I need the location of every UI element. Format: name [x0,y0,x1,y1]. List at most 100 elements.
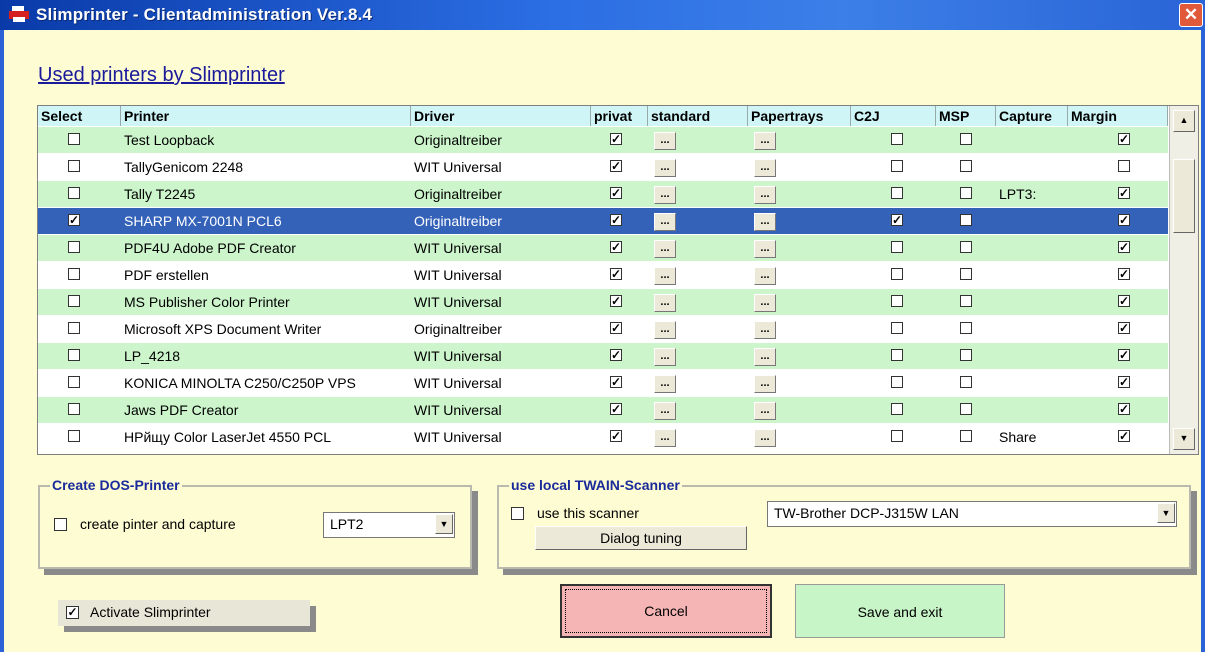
save-and-exit-button[interactable]: Save and exit [795,584,1005,638]
select-checkbox[interactable] [68,187,80,199]
column-header-select[interactable]: Select [38,106,121,126]
table-row[interactable]: Test Loopback Originaltreiber ✓...... ✓ [38,127,1168,153]
privat-checkbox[interactable]: ✓ [610,295,622,307]
msp-checkbox[interactable] [960,295,972,307]
margin-checkbox[interactable]: ✓ [1118,295,1130,307]
papertrays-button[interactable]: ... [754,402,776,420]
margin-checkbox[interactable]: ✓ [1118,430,1130,442]
msp-checkbox[interactable] [960,376,972,388]
select-checkbox[interactable] [68,160,80,172]
privat-checkbox[interactable]: ✓ [610,268,622,280]
standard-button[interactable]: ... [654,321,676,339]
select-checkbox[interactable] [68,241,80,253]
chevron-down-icon[interactable]: ▼ [435,514,453,534]
select-checkbox[interactable] [68,322,80,334]
msp-checkbox[interactable] [960,268,972,280]
papertrays-button[interactable]: ... [754,159,776,177]
msp-checkbox[interactable] [960,187,972,199]
select-checkbox[interactable] [68,133,80,145]
select-checkbox[interactable] [68,268,80,280]
scroll-up-icon[interactable]: ▲ [1173,110,1195,132]
c2j-checkbox[interactable] [891,403,903,415]
privat-checkbox[interactable]: ✓ [610,160,622,172]
c2j-checkbox[interactable] [891,322,903,334]
privat-checkbox[interactable]: ✓ [610,241,622,253]
chevron-down-icon[interactable]: ▼ [1157,503,1175,523]
papertrays-button[interactable]: ... [754,267,776,285]
margin-checkbox[interactable]: ✓ [1118,376,1130,388]
standard-button[interactable]: ... [654,294,676,312]
use-scanner-checkbox[interactable] [511,507,524,520]
table-row[interactable]: Microsoft XPS Document Writer Originaltre… [38,316,1168,342]
papertrays-button[interactable]: ... [754,348,776,366]
papertrays-button[interactable]: ... [754,429,776,447]
c2j-checkbox[interactable]: ✓ [891,214,903,226]
activate-checkbox[interactable]: ✓ [66,606,79,619]
column-header-privat[interactable]: privat [591,106,648,126]
standard-button[interactable]: ... [654,375,676,393]
msp-checkbox[interactable] [960,322,972,334]
standard-button[interactable]: ... [654,402,676,420]
column-header-margin[interactable]: Margin [1068,106,1168,126]
column-header-capture[interactable]: Capture [996,106,1068,126]
c2j-checkbox[interactable] [891,430,903,442]
c2j-checkbox[interactable] [891,268,903,280]
papertrays-button[interactable]: ... [754,213,776,231]
c2j-checkbox[interactable] [891,376,903,388]
msp-checkbox[interactable] [960,160,972,172]
standard-button[interactable]: ... [654,267,676,285]
margin-checkbox[interactable]: ✓ [1118,241,1130,253]
papertrays-button[interactable]: ... [754,186,776,204]
standard-button[interactable]: ... [654,132,676,150]
column-header-papertrays[interactable]: Papertrays [748,106,851,126]
select-checkbox[interactable] [68,295,80,307]
vertical-scrollbar[interactable]: ▲ ▼ [1169,106,1198,454]
table-row[interactable]: LP_4218 WIT Universal ✓...... ✓ [38,343,1168,369]
c2j-checkbox[interactable] [891,295,903,307]
standard-button[interactable]: ... [654,213,676,231]
scanner-select[interactable]: TW-Brother DCP-J315W LAN ▼ [767,501,1177,527]
margin-checkbox[interactable]: ✓ [1118,268,1130,280]
column-header-c2j[interactable]: C2J [851,106,936,126]
msp-checkbox[interactable] [960,403,972,415]
select-checkbox[interactable]: ✓ [68,214,80,226]
msp-checkbox[interactable] [960,214,972,226]
standard-button[interactable]: ... [654,159,676,177]
standard-button[interactable]: ... [654,240,676,258]
port-select[interactable]: LPT2 ▼ [323,512,455,538]
cancel-button[interactable]: Cancel [560,584,772,638]
margin-checkbox[interactable]: ✓ [1118,214,1130,226]
privat-checkbox[interactable]: ✓ [610,214,622,226]
select-checkbox[interactable] [68,403,80,415]
table-row[interactable]: HPйщу Color LaserJet 4550 PCL WIT Univers… [38,424,1168,450]
c2j-checkbox[interactable] [891,349,903,361]
table-row[interactable]: Jaws PDF Creator WIT Universal ✓...... ✓ [38,397,1168,423]
table-row[interactable]: ✓ SHARP MX-7001N PCL6 Originaltreiber ✓....… [38,208,1168,234]
papertrays-button[interactable]: ... [754,375,776,393]
privat-checkbox[interactable]: ✓ [610,430,622,442]
privat-checkbox[interactable]: ✓ [610,133,622,145]
privat-checkbox[interactable]: ✓ [610,322,622,334]
margin-checkbox[interactable]: ✓ [1118,322,1130,334]
msp-checkbox[interactable] [960,430,972,442]
papertrays-button[interactable]: ... [754,294,776,312]
msp-checkbox[interactable] [960,349,972,361]
msp-checkbox[interactable] [960,241,972,253]
c2j-checkbox[interactable] [891,133,903,145]
column-header-driver[interactable]: Driver [411,106,591,126]
privat-checkbox[interactable]: ✓ [610,349,622,361]
table-row[interactable]: MS Publisher Color Printer WIT Universal ✓… [38,289,1168,315]
c2j-checkbox[interactable] [891,160,903,172]
margin-checkbox[interactable]: ✓ [1118,349,1130,361]
margin-checkbox[interactable]: ✓ [1118,403,1130,415]
privat-checkbox[interactable]: ✓ [610,187,622,199]
margin-checkbox[interactable]: ✓ [1118,187,1130,199]
c2j-checkbox[interactable] [891,241,903,253]
privat-checkbox[interactable]: ✓ [610,403,622,415]
privat-checkbox[interactable]: ✓ [610,376,622,388]
table-row[interactable]: TallyGenicom 2248 WIT Universal ✓...... [38,154,1168,180]
papertrays-button[interactable]: ... [754,321,776,339]
table-row[interactable]: PDF erstellen WIT Universal ✓...... ✓ [38,262,1168,288]
standard-button[interactable]: ... [654,186,676,204]
select-checkbox[interactable] [68,376,80,388]
